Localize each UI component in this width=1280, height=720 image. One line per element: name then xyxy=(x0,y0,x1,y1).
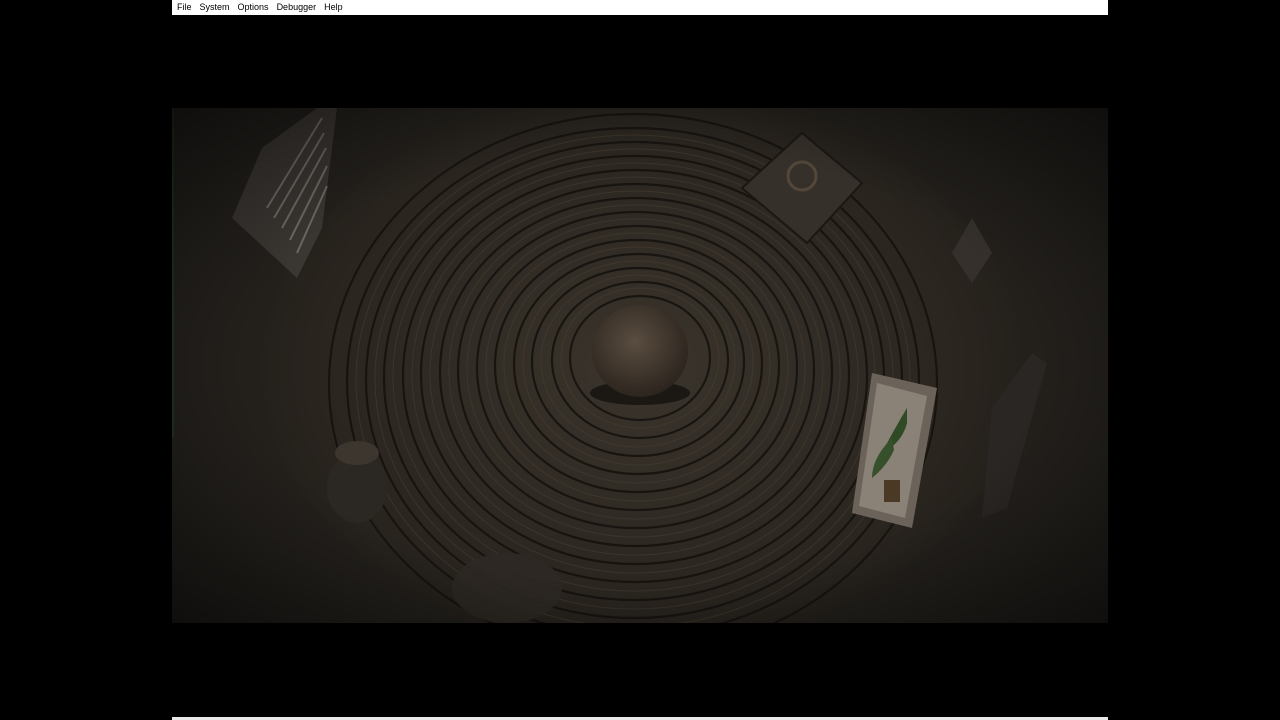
menu-debugger[interactable]: Debugger xyxy=(274,0,320,15)
menu-help[interactable]: Help xyxy=(321,0,346,15)
game-viewport[interactable] xyxy=(172,108,1108,623)
emulator-window: File System Options Debugger Help xyxy=(172,0,1108,720)
vignette xyxy=(172,108,1108,623)
menu-file[interactable]: File xyxy=(174,0,195,15)
zen-garden-scene xyxy=(172,108,1108,623)
menu-options[interactable]: Options xyxy=(235,0,272,15)
menu-bar: File System Options Debugger Help xyxy=(172,0,1108,15)
menu-system[interactable]: System xyxy=(197,0,233,15)
